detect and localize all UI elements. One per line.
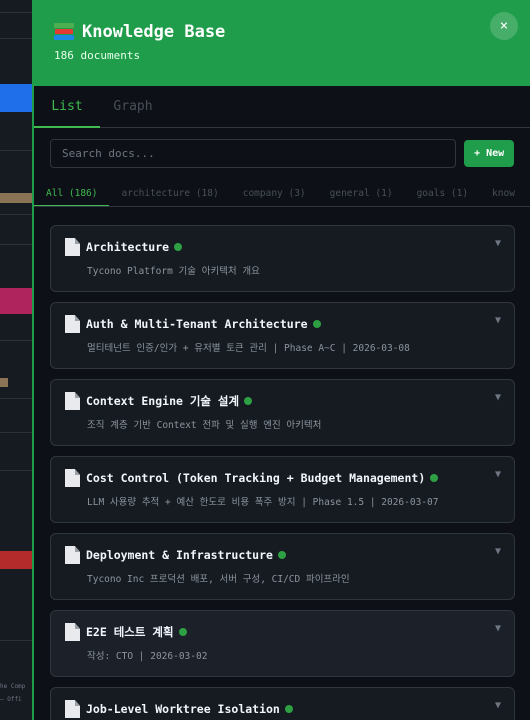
document-icon — [65, 700, 81, 718]
filter-company[interactable]: company (3) — [231, 180, 318, 206]
filter-general[interactable]: general (1) — [318, 180, 405, 206]
document-list: Architecture Tycono Platform 기술 아키텍처 개요 … — [34, 207, 530, 720]
document-icon — [65, 469, 81, 487]
expand-chevron-icon[interactable]: ▼ — [495, 315, 501, 326]
new-document-button[interactable]: + New — [464, 140, 514, 167]
expand-chevron-icon[interactable]: ▼ — [495, 238, 501, 249]
expand-chevron-icon[interactable]: ▼ — [495, 623, 501, 634]
search-row: + New — [34, 128, 530, 168]
document-icon — [65, 315, 81, 333]
background-bar — [0, 193, 32, 203]
category-filters: All (186) architecture (18) company (3) … — [34, 180, 530, 207]
view-tabs: List Graph — [34, 86, 530, 128]
document-description: LLM 사용량 추적 + 예산 한도로 비용 폭주 방지 | Phase 1.5… — [87, 497, 439, 508]
search-input[interactable] — [50, 139, 457, 168]
expand-chevron-icon[interactable]: ▼ — [495, 469, 501, 480]
status-dot — [312, 320, 321, 328]
document-title: Context Engine 기술 설계 — [86, 394, 240, 408]
background-footer-line: — Offi — [0, 696, 22, 703]
document-description: 조직 계층 기반 Context 전파 및 실행 엔진 아키텍처 — [87, 420, 322, 431]
books-icon — [54, 23, 74, 41]
document-title: E2E 테스트 계획 — [86, 625, 174, 639]
document-card[interactable]: Architecture Tycono Platform 기술 아키텍처 개요 … — [50, 225, 515, 292]
filter-all[interactable]: All (186) — [34, 180, 110, 206]
document-title: Job-Level Worktree Isolation — [86, 702, 280, 716]
panel-header: Knowledge Base 186 documents × — [34, 0, 530, 86]
document-icon — [65, 623, 81, 641]
document-title: Deployment & Infrastructure — [86, 548, 273, 562]
expand-chevron-icon[interactable]: ▼ — [495, 392, 501, 403]
status-dot — [244, 397, 253, 405]
document-icon — [65, 238, 81, 256]
panel-title: Knowledge Base — [82, 22, 226, 42]
document-card[interactable]: Cost Control (Token Tracking + Budget Ma… — [50, 456, 515, 523]
filter-goals[interactable]: goals (1) — [405, 180, 480, 206]
document-title: Cost Control (Token Tracking + Budget Ma… — [86, 471, 426, 485]
background-highlight-blue — [0, 84, 32, 112]
background-marker — [0, 378, 8, 387]
status-dot — [430, 474, 439, 482]
document-description: 멀티테넌트 인증/인가 + 유저별 토큰 관리 | Phase A~C | 20… — [87, 343, 410, 354]
close-button[interactable]: × — [490, 12, 518, 40]
background-highlight-pink — [0, 288, 32, 314]
document-description: Tycono Inc 프로덕션 배포, 서버 구성, CI/CD 파이프라인 — [87, 574, 350, 585]
background-app: he Comp — Offi — [0, 0, 32, 720]
status-dot — [277, 551, 286, 559]
status-dot — [284, 705, 293, 713]
document-icon — [65, 392, 81, 410]
document-description: 작성: CTO | 2026-03-02 — [87, 651, 208, 662]
document-icon — [65, 546, 81, 564]
expand-chevron-icon[interactable]: ▼ — [495, 700, 501, 711]
document-card[interactable]: Job-Level Worktree Isolation ▼ — [50, 687, 515, 720]
status-dot — [178, 628, 187, 636]
background-footer-line: he Comp — [0, 683, 26, 690]
document-card[interactable]: Deployment & Infrastructure Tycono Inc 프… — [50, 533, 515, 600]
document-count: 186 documents — [54, 49, 141, 62]
filter-architecture[interactable]: architecture (18) — [109, 180, 230, 206]
document-title: Architecture — [86, 240, 170, 254]
background-highlight-red — [0, 551, 32, 569]
document-title: Auth & Multi-Tenant Architecture — [86, 317, 308, 331]
document-card[interactable]: E2E 테스트 계획 작성: CTO | 2026-03-02 ▼ — [50, 610, 515, 677]
knowledge-base-panel: Knowledge Base 186 documents × List Grap… — [32, 0, 530, 720]
document-card[interactable]: Context Engine 기술 설계 조직 계층 기반 Context 전파… — [50, 379, 515, 446]
filter-knowledge[interactable]: know — [480, 180, 527, 206]
close-icon: × — [499, 18, 509, 34]
document-description: Tycono Platform 기술 아키텍처 개요 — [87, 266, 260, 277]
expand-chevron-icon[interactable]: ▼ — [495, 546, 501, 557]
document-card[interactable]: Auth & Multi-Tenant Architecture 멀티테넌트 인… — [50, 302, 515, 369]
status-dot — [174, 243, 183, 251]
tab-list[interactable]: List — [34, 86, 100, 128]
tab-graph[interactable]: Graph — [100, 86, 166, 127]
